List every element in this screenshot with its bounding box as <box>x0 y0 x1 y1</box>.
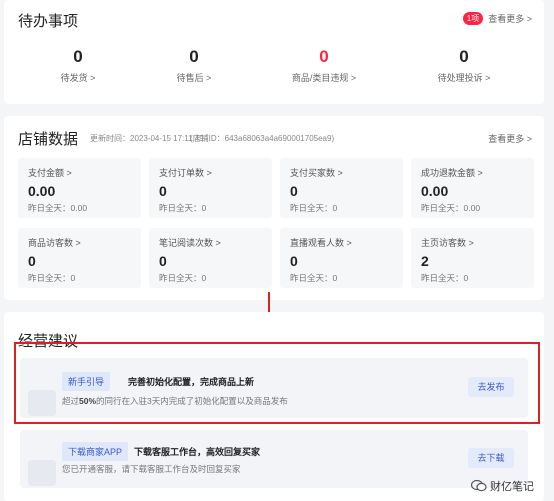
stat-label: 支付买家数 > <box>290 168 343 178</box>
stat-note-reads[interactable]: 笔记阅读次数 > 0 昨日全天：0 <box>149 228 272 288</box>
stat-value: 0 <box>28 253 36 269</box>
watermark: 财亿笔记 <box>470 478 534 494</box>
app-description: 您已开通客服，请下载客服工作台及时回复买家 <box>62 464 241 474</box>
stat-yesterday: 昨日全天：0 <box>290 203 338 213</box>
todo-item-shipping[interactable]: 0 待发货 > <box>18 48 138 84</box>
watermark-text: 财亿笔记 <box>490 481 534 493</box>
todo-more-link[interactable]: 1项 查看更多 > <box>462 12 532 25</box>
stat-product-visitors[interactable]: 商品访客数 > 0 昨日全天：0 <box>18 228 141 288</box>
update-time: 更新时间：2023-04-15 17:11:49 <box>90 134 204 143</box>
stat-value: 0.00 <box>421 183 449 199</box>
app-tag: 下载商家APP <box>62 442 129 461</box>
todo-label: 待处理投诉 > <box>437 73 491 83</box>
download-button[interactable]: 去下载 <box>468 448 514 468</box>
advice-item-app: 下载商家APP 下载客服工作台，高效回复买家 您已开通客服，请下载客服工作台及时… <box>20 430 528 488</box>
shop-title: 店铺数据 <box>18 131 79 148</box>
stat-label: 笔记阅读次数 > <box>159 238 221 248</box>
stat-yesterday: 昨日全天：0 <box>159 203 207 213</box>
stat-label: 成功退款金额 > <box>421 168 483 178</box>
todo-item-aftersale[interactable]: 0 待售后 > <box>134 48 254 84</box>
wechat-icon <box>470 479 487 492</box>
app-headline: 下载客服工作台，高效回复买家 <box>134 447 261 457</box>
stat-label: 支付订单数 > <box>159 168 212 178</box>
stat-yesterday: 昨日全天：0 <box>28 273 76 283</box>
shop-more-link[interactable]: 查看更多 > <box>488 132 532 145</box>
stat-value: 0 <box>159 253 167 269</box>
stat-pay-orders[interactable]: 支付订单数 > 0 昨日全天：0 <box>149 158 272 218</box>
stat-live-viewers[interactable]: 直播观看人数 > 0 昨日全天：0 <box>280 228 403 288</box>
stat-yesterday: 昨日全天：0.00 <box>28 203 88 213</box>
todo-title: 待办事项 <box>18 13 79 30</box>
stat-pay-buyers[interactable]: 支付买家数 > 0 昨日全天：0 <box>280 158 403 218</box>
annotation-highlight-box <box>14 342 540 424</box>
todo-label: 商品/类目违规 > <box>291 73 357 83</box>
stat-label: 商品访客数 > <box>28 238 81 248</box>
stat-yesterday: 昨日全天：0 <box>159 273 207 283</box>
todo-value: 0 <box>73 47 83 66</box>
stat-yesterday: 昨日全天：0 <box>290 273 338 283</box>
shop-data-card: 店铺数据 更新时间：2023-04-15 17:11:49 (店铺ID：643a… <box>4 116 544 300</box>
stat-value: 0 <box>290 253 298 269</box>
stat-label: 主页访客数 > <box>421 238 474 248</box>
stat-value: 2 <box>421 253 429 269</box>
todo-more-label: 查看更多 > <box>488 14 532 24</box>
stat-pay-amount[interactable]: 支付金额 > 0.00 昨日全天：0.00 <box>18 158 141 218</box>
todo-value: 0 <box>189 47 199 66</box>
todo-item-complaint[interactable]: 0 待处理投诉 > <box>404 48 524 84</box>
shop-id: (店铺ID：643a68063a4a690001705ea9) <box>190 134 335 143</box>
todo-card: 待办事项 1项 查看更多 > 0 待发货 > 0 待售后 > 0 商品/类目违规 … <box>4 0 544 104</box>
stat-label: 支付金额 > <box>28 168 72 178</box>
stat-label: 直播观看人数 > <box>290 238 352 248</box>
stat-yesterday: 昨日全天：0.00 <box>421 203 481 213</box>
stat-value: 0 <box>290 183 298 199</box>
todo-item-violation[interactable]: 0 商品/类目违规 > <box>264 48 384 84</box>
todo-value: 0 <box>319 47 329 66</box>
stat-yesterday: 昨日全天：0 <box>421 273 469 283</box>
stat-value: 0 <box>159 183 167 199</box>
app-illustration-icon <box>28 460 56 486</box>
stat-value: 0.00 <box>28 183 56 199</box>
stat-refund-amount[interactable]: 成功退款金额 > 0.00 昨日全天：0.00 <box>411 158 534 218</box>
todo-label: 待售后 > <box>176 73 212 83</box>
todo-badge: 1项 <box>462 12 484 25</box>
stat-homepage-visitors[interactable]: 主页访客数 > 2 昨日全天：0 <box>411 228 534 288</box>
todo-label: 待发货 > <box>60 73 96 83</box>
todo-value: 0 <box>459 47 469 66</box>
